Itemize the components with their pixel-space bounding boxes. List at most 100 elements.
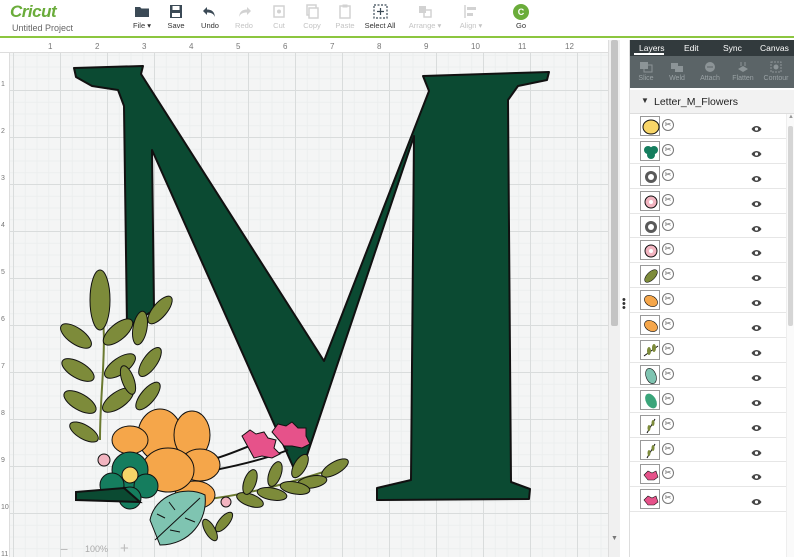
undo-button[interactable]: Undo: [193, 4, 227, 30]
eye-icon[interactable]: [751, 344, 762, 362]
eye-icon[interactable]: [751, 419, 762, 437]
eye-icon[interactable]: [751, 294, 762, 312]
align-button[interactable]: Align ▾: [452, 4, 490, 30]
design-canvas[interactable]: 1 2 3 4 5 6 7 8 9 10 11 12 1 2 3 4 5 6 7 8 9 10 11: [0, 40, 608, 557]
layer-row[interactable]: ✂: [630, 189, 794, 214]
scissors-icon[interactable]: ✂: [662, 343, 674, 356]
scroll-up-icon[interactable]: ▲: [788, 114, 794, 120]
eye-icon[interactable]: [751, 319, 762, 337]
layer-list-scrollbar[interactable]: ▲: [786, 114, 794, 557]
layer-row[interactable]: ✂: [630, 263, 794, 289]
contour-button[interactable]: Contour: [762, 61, 790, 82]
tab-layers[interactable]: Layers: [639, 43, 665, 53]
layer-group-header[interactable]: ▼ Letter_M_Flowers: [630, 90, 794, 114]
layer-row[interactable]: ✂: [630, 164, 794, 189]
layer-row[interactable]: ✂: [630, 214, 794, 239]
zoom-out-button[interactable]: −: [60, 541, 68, 557]
scissors-icon[interactable]: ✂: [662, 268, 674, 281]
cricut-logo[interactable]: Cricut: [10, 2, 57, 22]
scissors-icon[interactable]: ✂: [662, 218, 674, 231]
cut-button[interactable]: Cut: [262, 4, 296, 30]
project-title[interactable]: Untitled Project: [12, 23, 73, 33]
redo-button[interactable]: Redo: [227, 4, 261, 30]
tab-canvas[interactable]: Canvas: [760, 43, 789, 53]
layer-thumbnail[interactable]: [640, 489, 660, 510]
go-button[interactable]: C Go: [504, 4, 538, 30]
layer-thumbnail[interactable]: [640, 290, 660, 311]
layer-row[interactable]: ✂: [630, 288, 794, 314]
layer-row[interactable]: ✂: [630, 139, 794, 164]
layer-thumbnail[interactable]: [640, 240, 660, 261]
scissors-icon[interactable]: ✂: [662, 119, 674, 131]
tab-sync[interactable]: Sync: [723, 43, 742, 53]
weld-button[interactable]: Weld: [663, 61, 691, 82]
flatten-button[interactable]: Flatten: [729, 61, 757, 82]
paste-button[interactable]: Paste: [328, 4, 362, 30]
slice-button[interactable]: Slice: [632, 61, 660, 82]
layer-list-scroll-thumb[interactable]: [788, 126, 793, 326]
scissors-icon[interactable]: ✂: [662, 168, 674, 181]
tab-edit[interactable]: Edit: [684, 43, 699, 53]
layer-row[interactable]: ✂: [630, 114, 794, 139]
scissors-icon[interactable]: ✂: [662, 143, 674, 156]
scissors-icon[interactable]: ✂: [662, 392, 674, 405]
scissors-icon[interactable]: ✂: [662, 293, 674, 306]
eye-icon[interactable]: [751, 269, 762, 287]
scissors-icon[interactable]: ✂: [662, 193, 674, 206]
eye-icon[interactable]: [751, 170, 762, 188]
layer-thumbnail[interactable]: [640, 414, 660, 435]
layer-thumbnail[interactable]: [640, 215, 660, 236]
layer-thumbnail[interactable]: [640, 389, 660, 410]
select-all-button[interactable]: Select All: [361, 4, 399, 30]
layer-thumbnail[interactable]: [640, 190, 660, 211]
eye-icon[interactable]: [751, 220, 762, 238]
layer-row[interactable]: ✂: [630, 338, 794, 363]
layer-thumbnail[interactable]: [640, 140, 660, 161]
layer-thumbnail[interactable]: [640, 315, 660, 336]
file-button[interactable]: File ▾: [125, 4, 159, 30]
eye-icon[interactable]: [751, 369, 762, 387]
layer-row[interactable]: ✂: [630, 438, 794, 463]
layer-row[interactable]: ✂: [630, 462, 794, 488]
scissors-icon[interactable]: ✂: [662, 417, 674, 430]
canvas-scrollbar[interactable]: ▼: [608, 40, 620, 557]
layer-thumbnail[interactable]: [640, 364, 660, 385]
layer-thumbnail[interactable]: [640, 165, 660, 186]
save-button[interactable]: Save: [159, 4, 193, 30]
zoom-in-button[interactable]: +: [120, 540, 129, 557]
caret-down-icon[interactable]: ▼: [641, 96, 649, 105]
eye-icon[interactable]: [751, 145, 762, 163]
scissors-icon[interactable]: ✂: [662, 243, 674, 256]
file-label: File ▾: [133, 21, 151, 30]
eye-icon[interactable]: [751, 394, 762, 412]
eye-icon[interactable]: [751, 195, 762, 213]
eye-icon[interactable]: [751, 493, 762, 511]
layer-row[interactable]: ✂: [630, 313, 794, 339]
layer-row[interactable]: ✂: [630, 487, 794, 513]
scissors-icon[interactable]: ✂: [662, 492, 674, 505]
layer-thumbnail[interactable]: [640, 116, 660, 136]
layer-row[interactable]: ✂: [630, 413, 794, 438]
arrange-button[interactable]: Arrange ▾: [404, 4, 446, 30]
canvas-scroll-thumb[interactable]: [611, 40, 618, 326]
layer-row[interactable]: ✂: [630, 238, 794, 264]
eye-icon[interactable]: [751, 444, 762, 462]
paste-icon: [339, 4, 351, 19]
panel-resize-handle[interactable]: • • •: [620, 40, 630, 557]
scissors-icon[interactable]: ✂: [662, 318, 674, 331]
layer-thumbnail[interactable]: [640, 265, 660, 286]
scissors-icon[interactable]: ✂: [662, 442, 674, 455]
layer-row[interactable]: ✂: [630, 363, 794, 388]
scroll-down-icon[interactable]: ▼: [611, 535, 618, 542]
attach-button[interactable]: Attach: [696, 61, 724, 82]
eye-icon[interactable]: [751, 468, 762, 486]
layer-row[interactable]: ✂: [630, 388, 794, 413]
layer-thumbnail[interactable]: [640, 340, 660, 361]
layer-thumbnail[interactable]: [640, 464, 660, 485]
layer-thumbnail[interactable]: [640, 439, 660, 460]
scissors-icon[interactable]: ✂: [662, 467, 674, 480]
eye-icon[interactable]: [751, 244, 762, 262]
eye-icon[interactable]: [751, 120, 762, 138]
scissors-icon[interactable]: ✂: [662, 367, 674, 380]
copy-button[interactable]: Copy: [295, 4, 329, 30]
